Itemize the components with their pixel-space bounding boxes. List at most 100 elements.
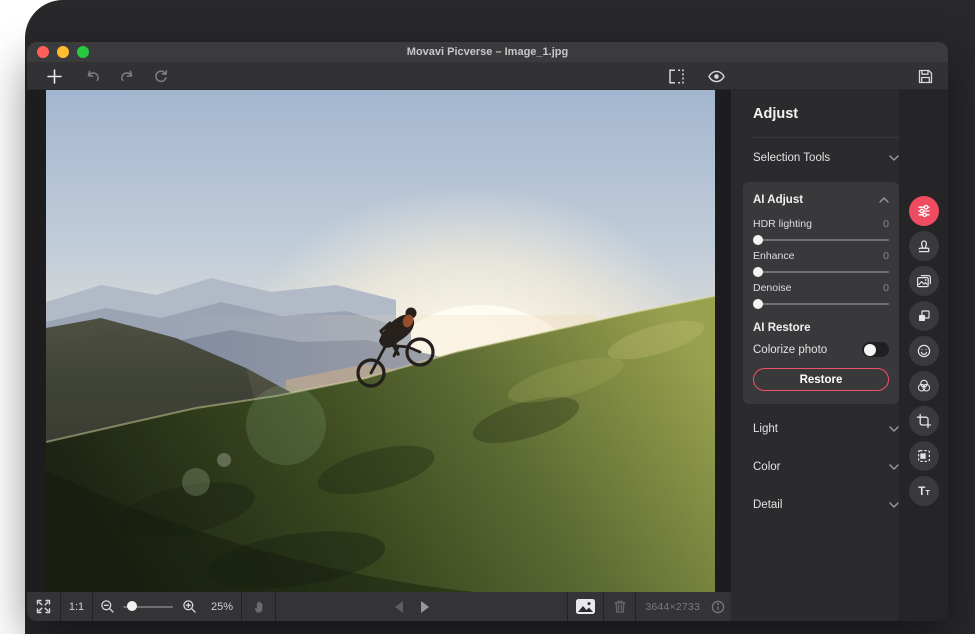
slider-label: Denoise bbox=[753, 282, 792, 294]
slider-knob[interactable] bbox=[753, 235, 763, 245]
section-ai-adjust[interactable]: AI Adjust bbox=[753, 191, 889, 209]
save-floppy-icon bbox=[917, 68, 934, 85]
chevron-up-icon bbox=[879, 197, 889, 203]
eye-icon bbox=[707, 69, 726, 84]
image-dimensions-label: 3644×2733 bbox=[636, 601, 705, 613]
section-label: Detail bbox=[753, 499, 782, 511]
rail-color-filters-button[interactable] bbox=[909, 371, 939, 401]
info-icon bbox=[711, 600, 725, 614]
undo-button[interactable] bbox=[82, 66, 104, 86]
zoom-actual-size-button[interactable]: 1:1 bbox=[61, 592, 92, 621]
show-thumbnails-button[interactable] bbox=[568, 592, 603, 621]
zoom-out-icon bbox=[100, 599, 115, 614]
save-button[interactable] bbox=[914, 66, 936, 86]
editing-canvas[interactable] bbox=[27, 90, 731, 592]
zoom-percent-label: 25% bbox=[203, 592, 241, 621]
hand-tool-button[interactable] bbox=[242, 592, 275, 621]
compare-button[interactable] bbox=[665, 66, 687, 86]
change-background-icon bbox=[916, 273, 932, 289]
adjust-panel: Adjust Selection Tools AI Adjust bbox=[731, 90, 948, 621]
image-info-button[interactable] bbox=[705, 592, 731, 621]
reset-button[interactable] bbox=[150, 66, 172, 86]
slider-label: HDR lighting bbox=[753, 218, 812, 230]
rail-adjust-button[interactable] bbox=[909, 196, 939, 226]
hdr-lighting-slider[interactable] bbox=[753, 239, 889, 241]
trash-icon bbox=[613, 599, 627, 614]
section-detail[interactable]: Detail bbox=[753, 486, 899, 524]
window-title: Movavi Picverse – Image_1.jpg bbox=[27, 46, 948, 58]
clone-stamp-icon bbox=[916, 238, 932, 254]
redo-button[interactable] bbox=[115, 66, 137, 86]
delete-image-button[interactable] bbox=[604, 592, 635, 621]
adjust-sliders-icon bbox=[916, 203, 932, 219]
chevron-down-icon bbox=[889, 426, 899, 432]
tool-rail: TT bbox=[899, 90, 948, 621]
chevron-down-icon bbox=[889, 155, 899, 161]
hdr-lighting-control: HDR lighting 0 bbox=[753, 218, 889, 241]
app-window: Movavi Picverse – Image_1.jpg bbox=[27, 42, 948, 621]
page: Movavi Picverse – Image_1.jpg bbox=[0, 0, 975, 634]
bottom-bar-right: 3644×2733 bbox=[567, 592, 731, 621]
zoom-slider-knob[interactable] bbox=[127, 601, 137, 611]
previous-image-button[interactable] bbox=[395, 601, 403, 613]
colorize-label: Colorize photo bbox=[753, 344, 827, 356]
slider-label: Enhance bbox=[753, 250, 794, 262]
undo-icon bbox=[85, 68, 102, 84]
section-label: Color bbox=[753, 461, 780, 473]
chevron-down-icon bbox=[889, 502, 899, 508]
image-thumbnail-icon bbox=[576, 599, 595, 614]
rail-crop-button[interactable] bbox=[909, 406, 939, 436]
plus-icon bbox=[46, 68, 63, 85]
zoom-out-button[interactable] bbox=[93, 592, 121, 621]
slider-knob[interactable] bbox=[753, 299, 763, 309]
fit-to-screen-button[interactable] bbox=[27, 592, 60, 621]
slider-value: 0 bbox=[883, 250, 889, 262]
zoom-slider[interactable] bbox=[121, 592, 175, 621]
svg-text:T: T bbox=[918, 486, 925, 498]
rail-effects-button[interactable] bbox=[909, 301, 939, 331]
title-bar: Movavi Picverse – Image_1.jpg bbox=[27, 42, 948, 62]
preview-button[interactable] bbox=[705, 66, 727, 86]
rail-text-button[interactable]: TT bbox=[909, 476, 939, 506]
resize-canvas-icon bbox=[916, 448, 932, 464]
rail-clone-stamp-button[interactable] bbox=[909, 231, 939, 261]
rail-resize-button[interactable] bbox=[909, 441, 939, 471]
section-light[interactable]: Light bbox=[753, 410, 899, 448]
section-label: AI Adjust bbox=[753, 194, 803, 206]
main-area: 1:1 25% bbox=[27, 90, 948, 621]
section-label: Light bbox=[753, 423, 778, 435]
rail-face-retouch-button[interactable] bbox=[909, 336, 939, 366]
add-image-button[interactable] bbox=[43, 66, 65, 86]
slider-value: 0 bbox=[883, 218, 889, 230]
face-retouch-icon bbox=[916, 343, 932, 359]
color-filters-icon bbox=[916, 378, 932, 394]
toolbar bbox=[27, 62, 948, 90]
slider-knob[interactable] bbox=[753, 267, 763, 277]
slider-value: 0 bbox=[883, 282, 889, 294]
reset-rotate-icon bbox=[153, 68, 169, 84]
colorize-toggle[interactable] bbox=[862, 342, 889, 357]
ai-adjust-box: AI Adjust HDR lighting 0 bbox=[743, 182, 899, 404]
chevron-down-icon bbox=[889, 464, 899, 470]
section-selection-tools[interactable]: Selection Tools bbox=[753, 138, 899, 178]
redo-icon bbox=[118, 68, 135, 84]
hand-icon bbox=[252, 599, 266, 614]
zoom-in-button[interactable] bbox=[175, 592, 203, 621]
panel-content: Adjust Selection Tools AI Adjust bbox=[731, 90, 899, 621]
denoise-slider[interactable] bbox=[753, 303, 889, 305]
section-color[interactable]: Color bbox=[753, 448, 899, 486]
bottom-bar: 1:1 25% bbox=[27, 592, 731, 621]
enhance-control: Enhance 0 bbox=[753, 250, 889, 273]
separator bbox=[275, 592, 276, 621]
fit-screen-icon bbox=[36, 599, 51, 614]
effects-collage-icon bbox=[916, 308, 932, 324]
image-navigation bbox=[395, 592, 429, 621]
restore-button[interactable]: Restore bbox=[753, 368, 889, 391]
colorize-row: Colorize photo bbox=[753, 342, 889, 357]
collapsed-sections: Light Color Detail bbox=[753, 410, 899, 524]
next-image-button[interactable] bbox=[421, 601, 429, 613]
photo-mountain-biker bbox=[46, 90, 715, 592]
enhance-slider[interactable] bbox=[753, 271, 889, 273]
ai-restore-title: AI Restore bbox=[753, 322, 889, 334]
rail-change-background-button[interactable] bbox=[909, 266, 939, 296]
